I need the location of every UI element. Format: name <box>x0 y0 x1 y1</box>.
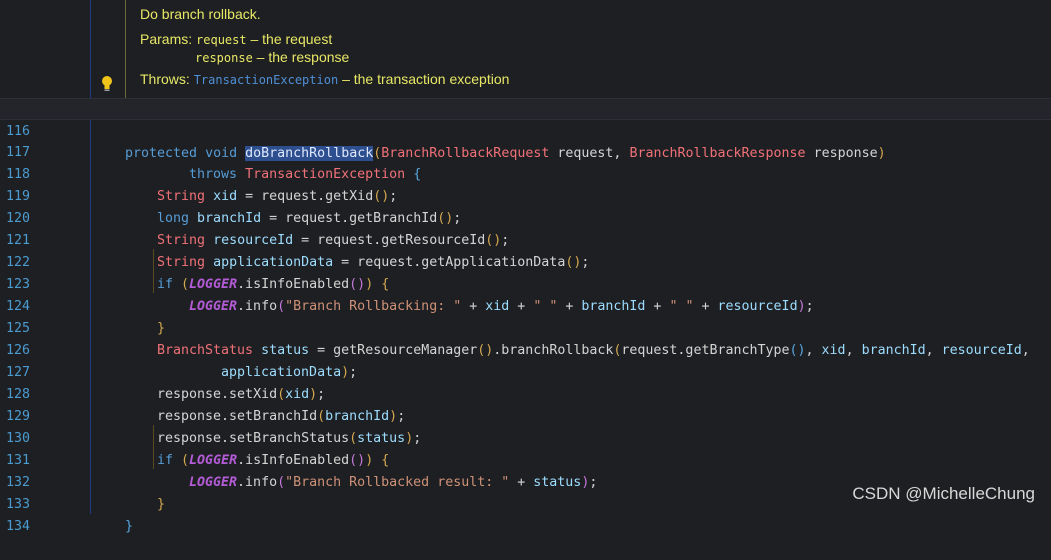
code-line[interactable]: 117 throws TransactionException { <box>0 120 1051 182</box>
doc-summary: Do branch rollback. <box>140 6 261 22</box>
code-line[interactable]: 130 if (LOGGER.isInfoEnabled()) { <box>0 406 1051 468</box>
code-line[interactable]: 120 String resourceId = request.getResou… <box>0 186 1051 248</box>
code-line[interactable]: 132 } <box>0 450 1051 512</box>
param-request-name: request <box>196 33 247 47</box>
param-response-name: response <box>195 51 253 65</box>
watermark: CSDN @MichelleChung <box>852 484 1035 503</box>
code-line[interactable]: 124 } <box>0 274 1051 336</box>
code-line[interactable]: 118 String xid = request.getXid(); <box>0 142 1051 204</box>
code-line[interactable]: 125 BranchStatus status = getResourceMan… <box>0 296 1051 358</box>
code-line[interactable]: 127 response.setXid(xid); <box>0 340 1051 402</box>
line-number: 134 <box>5 519 30 534</box>
doc-throws: Throws: TransactionException – the trans… <box>140 71 509 87</box>
doc-param2: response – the response <box>195 49 349 65</box>
code-line[interactable]: 122 if (LOGGER.isInfoEnabled()) { <box>0 230 1051 292</box>
code-line[interactable]: 116 protected void doBranchRollback(Bran… <box>0 98 1051 161</box>
param-request-desc: – the request <box>246 31 333 47</box>
params-label: Params: <box>140 31 193 47</box>
code-line[interactable]: 126 applicationData); <box>0 318 1051 380</box>
throws-type-link[interactable]: TransactionException <box>194 73 339 87</box>
closing-brace: } <box>125 519 134 534</box>
throws-label: Throws: <box>140 71 190 87</box>
code-line[interactable]: 131 LOGGER.info("Branch Rollbacked resul… <box>0 428 1051 490</box>
code-line[interactable]: 128 response.setBranchId(branchId); <box>0 362 1051 424</box>
param-response-desc: – the response <box>252 49 350 65</box>
code-line[interactable]: 123 LOGGER.info("Branch Rollbacking: " +… <box>0 252 1051 314</box>
doc-params: Params: request – the request <box>140 31 332 47</box>
javadoc-popup: Do branch rollback. Params: request – th… <box>125 0 1051 98</box>
code-editor[interactable]: 116 protected void doBranchRollback(Bran… <box>0 98 1051 534</box>
throws-desc: – the transaction exception <box>338 71 510 87</box>
code-line[interactable]: 129 response.setBranchStatus(status); <box>0 384 1051 446</box>
lightbulb-icon[interactable] <box>100 75 114 93</box>
code-line[interactable]: 119 long branchId = request.getBranchId(… <box>0 164 1051 226</box>
code-line[interactable]: 121 String applicationData = request.get… <box>0 208 1051 270</box>
